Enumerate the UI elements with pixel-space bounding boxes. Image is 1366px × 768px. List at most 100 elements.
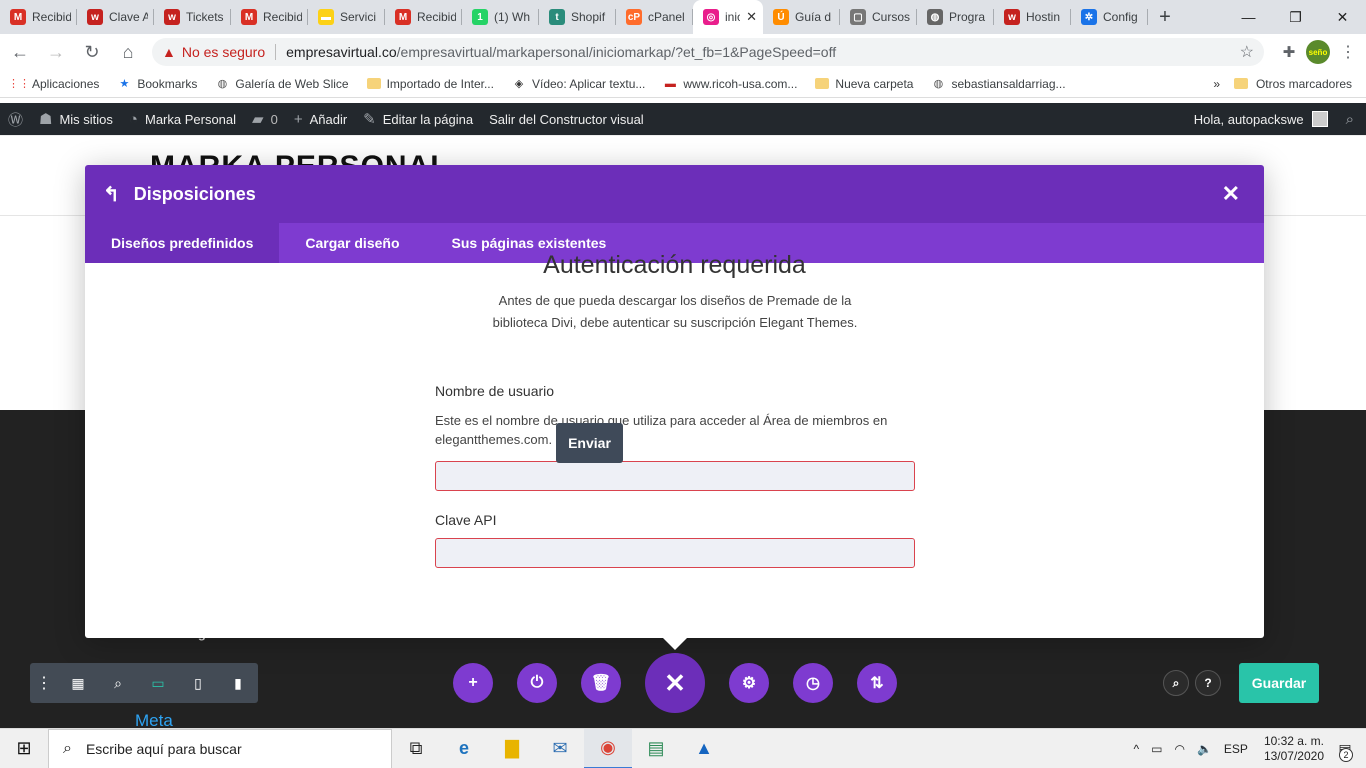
- bookmark-item[interactable]: ◈ Vídeo: Aplicar textu...: [512, 77, 646, 91]
- other-bookmarks[interactable]: Otros marcadores: [1233, 77, 1352, 91]
- forward-button[interactable]: →: [40, 36, 72, 68]
- maximize-button[interactable]: ❐: [1272, 0, 1319, 34]
- username-help: Este es el nombre de usuario que utiliza…: [435, 413, 888, 447]
- wp-logo[interactable]: Ⓦ: [0, 103, 31, 135]
- url-path: /empresavirtual/markapersonal/iniciomark…: [396, 44, 837, 60]
- help-icon[interactable]: ?: [1195, 670, 1221, 696]
- browser-tab[interactable]: 1 (1) Wh: [462, 0, 539, 34]
- clock[interactable]: 10:32 a. m. 13/07/2020: [1264, 734, 1324, 764]
- reload-button[interactable]: ↻: [76, 36, 108, 68]
- browser-tab[interactable]: M Recibid: [385, 0, 462, 34]
- new-tab-button[interactable]: +: [1148, 0, 1182, 34]
- my-sites-label: Mis sitios: [59, 111, 113, 127]
- browser-tab[interactable]: w Clave A: [77, 0, 154, 34]
- chevron-up-icon[interactable]: ^: [1134, 742, 1140, 756]
- wp-add-new[interactable]: + Añadir: [286, 103, 355, 135]
- windows-taskbar: ⊞ ⌕ Escribe aquí para buscar ⧉ e ▇ ✉ ◉ ▤…: [0, 728, 1366, 768]
- bookmark-item[interactable]: ◍ sebastiansaldarriag...: [931, 77, 1066, 91]
- gear-icon[interactable]: ⚙: [729, 663, 769, 703]
- whatsapp-icon: 1: [472, 9, 488, 25]
- home-button[interactable]: ⌂: [112, 36, 144, 68]
- bookmark-item[interactable]: ⋮⋮ Aplicaciones: [8, 76, 100, 91]
- browser-tab[interactable]: w Hostin: [994, 0, 1071, 34]
- browser-tab[interactable]: Ú Guía d: [763, 0, 840, 34]
- wp-exit-builder[interactable]: Salir del Constructor visual: [481, 103, 652, 135]
- api-key-input[interactable]: [435, 538, 915, 568]
- search-icon[interactable]: ⌕: [1346, 111, 1354, 128]
- bookmark-item[interactable]: ◍ Galería de Web Slice: [215, 77, 349, 91]
- minimize-button[interactable]: —: [1225, 0, 1272, 34]
- submit-button[interactable]: Enviar: [556, 423, 623, 463]
- tab-label: Guía d: [795, 10, 832, 24]
- bookmark-item[interactable]: Importado de Inter...: [366, 77, 494, 91]
- wp-my-sites[interactable]: ☗ Mis sitios: [31, 103, 121, 135]
- browser-tab[interactable]: M Recibid: [0, 0, 77, 34]
- bookmark-item[interactable]: Nueva carpeta: [815, 77, 913, 91]
- mail-icon[interactable]: ✉: [536, 729, 584, 768]
- bookmark-label: Aplicaciones: [32, 76, 100, 91]
- close-settings-button[interactable]: ✕: [645, 653, 705, 713]
- browser-tab[interactable]: cP cPanel: [616, 0, 693, 34]
- browser-tab[interactable]: M Recibid: [231, 0, 308, 34]
- trash-icon[interactable]: 🗑: [581, 663, 621, 703]
- more-options-icon[interactable]: ⋮: [30, 663, 58, 703]
- file-explorer-icon[interactable]: ▇: [488, 729, 536, 768]
- auth-title: Autenticación requerida: [543, 251, 806, 279]
- bookmark-item[interactable]: ▬ www.ricoh-usa.com...: [663, 77, 798, 91]
- windows-start-icon[interactable]: ⊞: [0, 729, 48, 768]
- browser-tab[interactable]: ▢ Cursos: [840, 0, 917, 34]
- address-bar[interactable]: ▲ No es seguro empresavirtual.co /empres…: [152, 38, 1264, 66]
- back-button[interactable]: ←: [4, 36, 36, 68]
- edit-page-label: Editar la página: [382, 111, 474, 127]
- volume-icon[interactable]: 🔈: [1197, 742, 1212, 756]
- tab-label: (1) Wh: [494, 10, 530, 24]
- taskbar-search[interactable]: ⌕ Escribe aquí para buscar: [48, 728, 392, 768]
- wifi-icon[interactable]: ◠: [1174, 742, 1184, 756]
- add-button[interactable]: +: [453, 663, 493, 703]
- search-icon[interactable]: ⌕: [1163, 670, 1189, 696]
- search-icon: ⌕: [63, 739, 72, 757]
- browser-tab[interactable]: ✲ Config: [1071, 0, 1148, 34]
- notification-icon[interactable]: ▤2: [1334, 738, 1356, 762]
- profile-avatar[interactable]: seño: [1306, 40, 1330, 64]
- language-indicator[interactable]: ESP: [1224, 742, 1248, 756]
- browser-tab[interactable]: ◍ Progra: [917, 0, 994, 34]
- tablet-view-icon[interactable]: ▯: [178, 663, 218, 703]
- battery-icon[interactable]: ▭: [1151, 742, 1162, 756]
- close-tab-icon[interactable]: ✕: [746, 9, 757, 25]
- browser-tab[interactable]: w Tickets: [154, 0, 231, 34]
- save-button[interactable]: Guardar: [1239, 663, 1319, 703]
- portability-icon[interactable]: ⏻: [517, 663, 557, 703]
- close-icon[interactable]: ✕: [1222, 181, 1240, 207]
- desktop-view-icon[interactable]: ▭: [138, 663, 178, 703]
- wireframe-icon[interactable]: ▦: [58, 663, 98, 703]
- browser-tab[interactable]: ◎ inic ✕: [693, 0, 763, 34]
- bookmark-item[interactable]: ★ Bookmarks: [117, 77, 197, 91]
- username-input[interactable]: [435, 461, 915, 491]
- browser-menu-icon[interactable]: ⋮: [1340, 42, 1356, 62]
- wp-account[interactable]: Hola, autopackswe ⌕: [1194, 103, 1366, 135]
- chrome-icon[interactable]: ◉: [584, 728, 632, 768]
- wp-edit-page[interactable]: ✎ Editar la página: [355, 103, 481, 135]
- phone-view-icon[interactable]: ▮: [218, 663, 258, 703]
- sort-icon[interactable]: ⇅: [857, 663, 897, 703]
- wp-comments[interactable]: ▰ 0: [244, 103, 286, 135]
- tab-label: Shopif: [571, 10, 606, 24]
- close-window-button[interactable]: ✕: [1319, 0, 1366, 34]
- bookmarks-more[interactable]: »: [1213, 77, 1220, 91]
- edge-icon[interactable]: e: [440, 729, 488, 768]
- history-icon[interactable]: ◷: [793, 663, 833, 703]
- gmail-icon: M: [241, 9, 257, 25]
- back-arrow-icon[interactable]: ↰: [103, 182, 120, 207]
- zoom-icon[interactable]: ⌕: [98, 663, 138, 703]
- photos-icon[interactable]: ▲: [680, 729, 728, 768]
- bookmark-star-icon[interactable]: ☆: [1240, 42, 1254, 62]
- task-view-icon[interactable]: ⧉: [392, 729, 440, 768]
- sheets-app-icon[interactable]: ▤: [632, 729, 680, 768]
- extensions-icon[interactable]: ✚: [1278, 41, 1300, 63]
- wp-site-name[interactable]: ◔ Marka Personal: [121, 103, 244, 135]
- browser-tab[interactable]: t Shopif: [539, 0, 616, 34]
- browser-tab[interactable]: ▬ Servici: [308, 0, 385, 34]
- gear-icon: ✲: [1081, 9, 1097, 25]
- auth-description: Antes de que pueda descargar los diseños…: [492, 293, 858, 330]
